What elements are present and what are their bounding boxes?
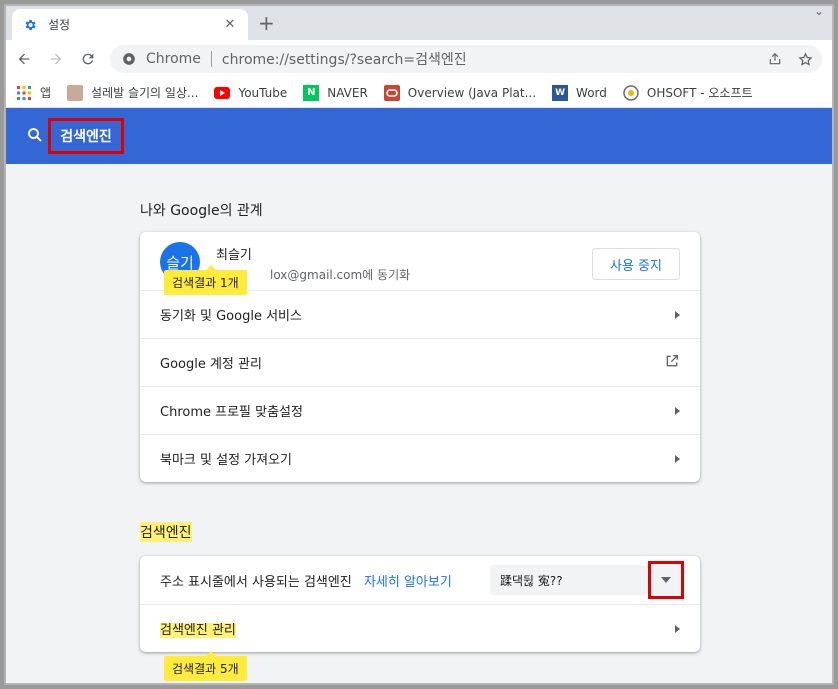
bookmark-apps[interactable]: 앱 [16,84,51,101]
settings-gear-icon [22,17,38,33]
settings-header: 검색엔진 [6,108,832,164]
search-engine-card: 주소 표시줄에서 사용되는 검색엔진 자세히 알아보기 蹂댁뒪 寃?? 검색엔진… [140,556,700,652]
youtube-icon [214,85,231,101]
chevron-down-icon[interactable]: ⌄ [814,6,824,18]
learn-more-link[interactable]: 자세히 알아보기 [364,575,452,590]
bookmark-label: Word [576,85,607,100]
section-title-you-google: 나와 Google의 관계 [140,203,263,219]
bookmarks-bar: 앱 설레발 슬기의 일상... YouTube N NAVER Overview… [6,78,832,108]
search-query: 검색엔진 [60,129,112,145]
bookmark-ohsoft[interactable]: OHSOFT - 오소프트 [623,84,753,101]
site-label: Chrome [146,51,201,67]
sync-google-services-row[interactable]: 동기화 및 Google 서비스 [140,290,700,338]
tab-settings[interactable]: 설정 ✕ [12,9,248,40]
bookmark-label: YouTube [238,85,288,100]
manage-google-account-row[interactable]: Google 계정 관리 [140,338,700,386]
bookmark-youtube[interactable]: YouTube [214,85,287,101]
bookmark-label: NAVER [327,85,368,100]
browser-window: 설정 ✕ + ⌄ Chrome chrome://settings/?searc… [4,4,834,685]
tab-strip: 설정 ✕ + ⌄ [6,6,832,40]
external-link-icon [664,353,680,373]
bookmark-label: Overview (Java Plat... [407,85,537,100]
naver-icon: N [303,84,320,101]
address-bar[interactable]: Chrome chrome://settings/?search=검색엔진 [110,45,822,73]
row-label: Chrome 프로필 맞춤설정 [160,405,303,420]
arrow-right-icon [675,310,680,319]
apps-grid-icon [16,85,32,101]
star-icon[interactable] [792,46,818,72]
caret-down-icon [661,577,671,583]
ohsoft-icon [623,84,639,101]
stop-sync-button[interactable]: 사용 중지 [592,248,680,280]
dropdown-arrow-button[interactable] [648,561,684,599]
row-label: 동기화 및 Google 서비스 [160,309,302,324]
row-label: Google 계정 관리 [160,357,262,372]
account-email: lox@gmail.com에 동기화 [270,268,411,282]
settings-content: 나와 Google의 관계 슬기 최슬기 lox@gmail.com에 동기화 … [6,164,832,683]
share-icon[interactable] [762,46,788,72]
customize-profile-row[interactable]: Chrome 프로필 맞춤설정 [140,386,700,434]
bookmark-label: OHSOFT - 오소프트 [646,86,753,100]
bookmark-label: 앱 [40,86,52,100]
arrow-right-icon [675,454,680,463]
account-name: 최슬기 [216,248,252,263]
chrome-logo-icon [122,52,136,66]
new-tab-button[interactable]: + [258,13,275,33]
forward-button[interactable] [42,45,70,73]
close-icon[interactable]: ✕ [222,17,238,32]
toolbar: Chrome chrome://settings/?search=검색엔진 [6,40,832,78]
back-button[interactable] [10,45,38,73]
row-label: 검색엔진 관리 [160,623,236,638]
search-engine-select[interactable]: 蹂댁뒪 寃?? [490,561,684,599]
reload-icon [82,53,94,65]
arrow-right-icon [675,406,680,415]
tab-title: 설정 [48,18,71,32]
select-value: 蹂댁뒪 寃?? [500,573,563,588]
import-bookmarks-row[interactable]: 북마크 및 설정 가져오기 [140,434,700,482]
row-label: 주소 표시줄에서 사용되는 검색엔진 [160,574,352,590]
forward-arrow-icon [50,53,62,65]
word-icon: W [552,84,569,101]
settings-search-input[interactable]: 검색엔진 [48,118,124,154]
search-result-bubble-1: 검색결과 1개 [164,265,247,295]
url-text[interactable]: chrome://settings/?search=검색엔진 [222,49,762,69]
omnibox-divider [210,51,212,67]
bookmark-naver[interactable]: N NAVER [303,84,368,101]
bookmark-java[interactable]: Overview (Java Plat... [383,84,537,101]
search-icon[interactable] [26,126,44,148]
bookmark-label: 설레발 슬기의 일상... [91,86,199,100]
section-title-search-engine: 검색엔진 [140,522,192,542]
profile-thumb-icon [67,84,84,101]
search-result-bubble-5: 검색결과 5개 [164,651,247,681]
reload-button[interactable] [74,45,102,73]
bookmark-blog[interactable]: 설레발 슬기의 일상... [67,84,198,101]
bookmark-word[interactable]: W Word [552,84,607,101]
back-arrow-icon [18,53,30,65]
default-search-engine-row: 주소 표시줄에서 사용되는 검색엔진 자세히 알아보기 蹂댁뒪 寃?? [140,556,700,604]
manage-search-engines-row[interactable]: 검색엔진 관리 [140,604,700,652]
oracle-icon [383,84,400,101]
row-label: 북마크 및 설정 가져오기 [160,453,292,468]
arrow-right-icon [675,624,680,633]
